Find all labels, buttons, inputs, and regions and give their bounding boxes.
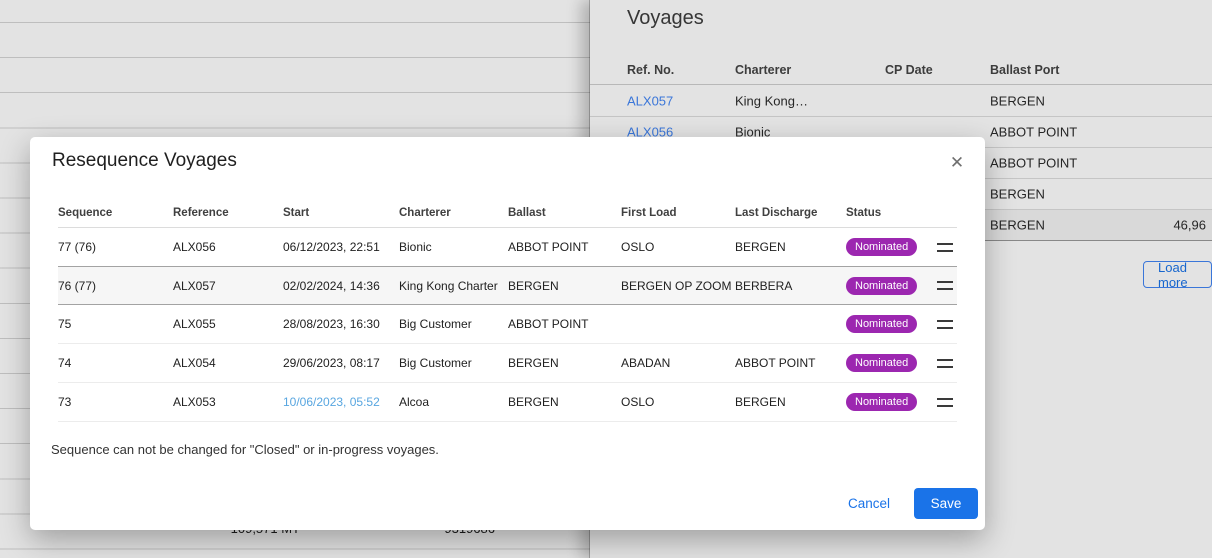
- save-button[interactable]: Save: [914, 488, 978, 519]
- column-header-start: Start: [283, 207, 399, 219]
- cell-charterer: Big Customer: [399, 317, 508, 331]
- cell-status: Nominated: [846, 315, 935, 333]
- cell-sequence: 74: [58, 356, 173, 370]
- cell-start: 02/02/2024, 14:36: [283, 279, 399, 293]
- resequence-table-header: Sequence Reference Start Charterer Balla…: [58, 199, 957, 228]
- drag-handle-icon[interactable]: [937, 243, 953, 252]
- cell-status: Nominated: [846, 277, 935, 295]
- table-row: 73 ALX053 10/06/2023, 05:52 Alcoa BERGEN…: [58, 383, 957, 422]
- table-row: 75 ALX055 28/08/2023, 16:30 Big Customer…: [58, 305, 957, 344]
- cell-status: Nominated: [846, 393, 935, 411]
- cell-reference: ALX053: [173, 395, 283, 409]
- status-badge: Nominated: [846, 238, 917, 256]
- cell-sequence: 76 (77): [58, 279, 173, 293]
- cell-last-discharge: ABBOT POINT: [735, 356, 846, 370]
- cell-charterer: Big Customer: [399, 356, 508, 370]
- drag-handle-icon[interactable]: [937, 281, 953, 290]
- cell-reference: ALX056: [173, 240, 283, 254]
- cell-last-discharge: BERGEN: [735, 240, 846, 254]
- cell-reference: ALX057: [173, 279, 283, 293]
- drag-handle-icon[interactable]: [937, 398, 953, 407]
- dialog-actions: Cancel Save: [832, 488, 978, 519]
- cell-drag: [935, 281, 957, 290]
- start-date-link[interactable]: 10/06/2023, 05:52: [283, 395, 380, 409]
- cell-sequence: 75: [58, 317, 173, 331]
- cell-last-discharge: BERBERA: [735, 279, 846, 293]
- resequence-voyages-dialog: Resequence Voyages ✕ Sequence Reference …: [30, 137, 985, 530]
- close-icon[interactable]: ✕: [945, 151, 969, 175]
- cell-ballast: BERGEN: [508, 279, 621, 293]
- cell-sequence: 77 (76): [58, 240, 173, 254]
- cell-drag: [935, 243, 957, 252]
- cell-start: 29/06/2023, 08:17: [283, 356, 399, 370]
- sequence-note-text: Sequence can not be changed for "Closed"…: [51, 442, 439, 457]
- cell-drag: [935, 398, 957, 407]
- column-header-last-discharge: Last Discharge: [735, 207, 846, 219]
- cell-drag: [935, 359, 957, 368]
- cell-first-load: BERGEN OP ZOOM: [621, 279, 735, 293]
- column-header-first-load: First Load: [621, 207, 735, 219]
- cell-first-load: OSLO: [621, 395, 735, 409]
- column-header-ballast: Ballast: [508, 207, 621, 219]
- cell-ballast: ABBOT POINT: [508, 317, 621, 331]
- cell-reference: ALX054: [173, 356, 283, 370]
- cell-start: 28/08/2023, 16:30: [283, 317, 399, 331]
- cell-status: Nominated: [846, 354, 935, 372]
- cell-sequence: 73: [58, 395, 173, 409]
- column-header-charterer: Charterer: [399, 207, 508, 219]
- cell-drag: [935, 320, 957, 329]
- cell-ballast: ABBOT POINT: [508, 240, 621, 254]
- column-header-reference: Reference: [173, 207, 283, 219]
- cell-charterer: King Kong Charter: [399, 279, 508, 293]
- resequence-table: Sequence Reference Start Charterer Balla…: [58, 199, 957, 422]
- drag-handle-icon[interactable]: [937, 359, 953, 368]
- status-badge: Nominated: [846, 277, 917, 295]
- cell-status: Nominated: [846, 238, 935, 256]
- cell-charterer: Bionic: [399, 240, 508, 254]
- cancel-button[interactable]: Cancel: [832, 488, 906, 519]
- table-row: 74 ALX054 29/06/2023, 08:17 Big Customer…: [58, 344, 957, 383]
- cell-ballast: BERGEN: [508, 395, 621, 409]
- cell-reference: ALX055: [173, 317, 283, 331]
- cell-last-discharge: BERGEN: [735, 395, 846, 409]
- cell-start: 10/06/2023, 05:52: [283, 395, 399, 409]
- app-screen: 109,571 MT 9319686 Voyages Ref. No. Char…: [0, 0, 1212, 558]
- cell-ballast: BERGEN: [508, 356, 621, 370]
- cell-charterer: Alcoa: [399, 395, 508, 409]
- column-header-status: Status: [846, 207, 935, 219]
- cell-first-load: ABADAN: [621, 356, 735, 370]
- cell-start: 06/12/2023, 22:51: [283, 240, 399, 254]
- table-row-dragged: 76 (77) ALX057 02/02/2024, 14:36 King Ko…: [58, 266, 957, 305]
- dialog-title: Resequence Voyages: [52, 150, 237, 172]
- cell-first-load: OSLO: [621, 240, 735, 254]
- status-badge: Nominated: [846, 393, 917, 411]
- column-header-sequence: Sequence: [58, 207, 173, 219]
- status-badge: Nominated: [846, 354, 917, 372]
- table-row: 77 (76) ALX056 06/12/2023, 22:51 Bionic …: [58, 228, 957, 267]
- status-badge: Nominated: [846, 315, 917, 333]
- drag-handle-icon[interactable]: [937, 320, 953, 329]
